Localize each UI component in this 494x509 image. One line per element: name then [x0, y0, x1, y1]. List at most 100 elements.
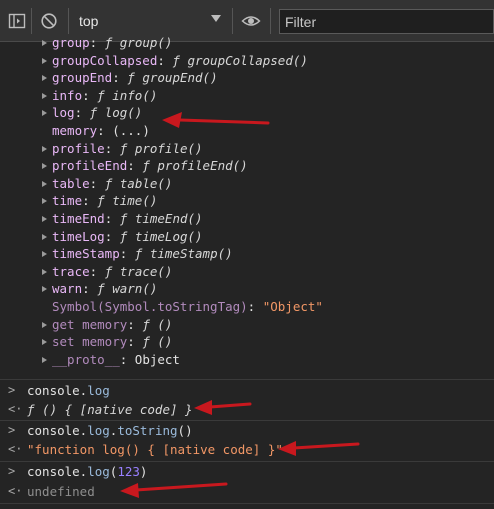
expand-triangle-icon[interactable]	[42, 110, 47, 117]
expand-triangle-icon[interactable]	[42, 57, 47, 64]
expand-triangle-icon[interactable]	[42, 339, 47, 346]
annotation-arrow-icon	[278, 441, 360, 456]
property-row[interactable]: trace: ƒ trace()	[0, 263, 494, 281]
property-separator: :	[157, 52, 165, 68]
property-separator: :	[89, 175, 98, 191]
property-row[interactable]: info: ƒ info()	[0, 87, 494, 105]
property-separator: :	[104, 140, 113, 156]
clear-console-icon[interactable]	[40, 12, 58, 30]
property-row[interactable]: timeEnd: ƒ timeEnd()	[0, 210, 494, 228]
property-row[interactable]: table: ƒ table()	[0, 175, 494, 193]
filter-box	[279, 9, 494, 34]
code-method: log	[87, 423, 110, 438]
expand-triangle-icon[interactable]	[42, 145, 47, 152]
expand-triangle-icon[interactable]	[42, 233, 47, 240]
prompt-chevron-icon: >	[8, 464, 16, 478]
dropdown-caret-icon[interactable]	[211, 15, 221, 22]
property-row[interactable]: timeLog: ƒ timeLog()	[0, 228, 494, 246]
property-key: profileEnd	[52, 158, 128, 174]
function-prefix: ƒ	[104, 35, 120, 50]
expand-triangle-icon[interactable]	[42, 163, 47, 170]
function-prefix: ƒ	[142, 316, 158, 332]
property-value: groupEnd()	[142, 70, 218, 86]
property-row[interactable]: groupEnd: ƒ groupEnd()	[0, 69, 494, 87]
sidebar-toggle-icon[interactable]	[8, 12, 26, 30]
function-prefix: ƒ	[172, 52, 188, 68]
function-prefix: ƒ	[119, 140, 135, 156]
property-value: profileEnd()	[157, 158, 248, 174]
function-prefix: ƒ	[119, 228, 135, 244]
expand-triangle-icon[interactable]	[42, 215, 47, 222]
property-separator: :	[74, 105, 83, 121]
property-row[interactable]: __proto__: Object	[0, 351, 494, 369]
expand-triangle-icon[interactable]	[42, 251, 47, 258]
function-prefix: ƒ	[97, 281, 113, 297]
code-number: 123	[117, 464, 140, 479]
property-value: warn()	[112, 281, 158, 297]
code-paren: )	[139, 464, 148, 479]
property-separator: :	[119, 246, 128, 262]
property-row[interactable]: profile: ƒ profile()	[0, 140, 494, 158]
console-object-properties: group: ƒ group() groupCollapsed: ƒ groupC…	[0, 34, 494, 368]
property-key: timeEnd	[52, 210, 105, 226]
code-object: console.	[27, 383, 88, 398]
expand-triangle-icon[interactable]	[42, 180, 47, 187]
function-prefix: ƒ	[119, 210, 135, 226]
result-value: ƒ () { [native code] }	[27, 402, 193, 417]
property-row[interactable]: time: ƒ time()	[0, 192, 494, 210]
property-row[interactable]: set memory: ƒ ()	[0, 333, 494, 351]
property-separator: :	[82, 281, 90, 297]
expand-triangle-icon[interactable]	[42, 40, 47, 46]
property-row[interactable]: groupCollapsed: ƒ groupCollapsed()	[0, 52, 494, 70]
property-separator: :	[104, 228, 113, 244]
expand-triangle-icon[interactable]	[42, 198, 47, 205]
expand-triangle-icon[interactable]	[42, 268, 47, 275]
toolbar-divider	[270, 8, 271, 34]
expand-triangle-icon[interactable]	[42, 286, 47, 293]
property-key: set memory	[52, 334, 128, 350]
eye-icon[interactable]	[241, 12, 261, 30]
property-separator: :	[82, 193, 90, 209]
toolbar-divider	[232, 8, 233, 34]
annotation-arrow-icon	[162, 112, 270, 128]
code-method: toString	[117, 423, 178, 438]
filter-input[interactable]	[280, 10, 493, 33]
property-row[interactable]: profileEnd: ƒ profileEnd()	[0, 157, 494, 175]
code-object: console.	[27, 464, 88, 479]
property-value: info()	[112, 87, 158, 103]
expand-triangle-icon[interactable]	[42, 356, 47, 363]
property-value: timeLog()	[134, 228, 203, 244]
function-prefix: ƒ	[142, 158, 158, 174]
property-separator: :	[112, 70, 120, 86]
property-value: log()	[104, 105, 143, 121]
function-prefix: ƒ	[142, 334, 158, 350]
code-args: ()	[177, 423, 193, 438]
property-value: trace()	[119, 263, 173, 279]
property-row[interactable]: get memory: ƒ ()	[0, 316, 494, 334]
expand-triangle-icon[interactable]	[42, 321, 47, 328]
property-separator: :	[89, 263, 98, 279]
property-value: time()	[112, 193, 158, 209]
property-value: (...)	[112, 122, 150, 138]
property-row[interactable]: warn: ƒ warn()	[0, 280, 494, 298]
property-key: table	[52, 175, 90, 191]
annotation-arrow-icon	[194, 400, 252, 415]
result-chevron-icon: <·	[8, 442, 23, 456]
property-separator: :	[127, 334, 135, 350]
function-prefix: ƒ	[104, 263, 120, 279]
property-value: "Object"	[262, 298, 323, 314]
property-key: profile	[52, 140, 105, 156]
property-key: log	[52, 105, 75, 121]
divider	[0, 420, 494, 421]
property-separator: :	[104, 210, 113, 226]
expand-triangle-icon[interactable]	[42, 75, 47, 82]
divider	[0, 379, 494, 380]
property-value: ()	[157, 334, 173, 350]
property-key: groupCollapsed	[52, 52, 158, 68]
property-row[interactable]: group: ƒ group()	[0, 34, 494, 52]
property-row[interactable]: timeStamp: ƒ timeStamp()	[0, 245, 494, 263]
context-selector[interactable]: top	[79, 13, 98, 29]
expand-triangle-icon[interactable]	[42, 92, 47, 99]
result-value: "function log() { [native code] }"	[27, 442, 283, 457]
property-key: timeLog	[52, 228, 105, 244]
